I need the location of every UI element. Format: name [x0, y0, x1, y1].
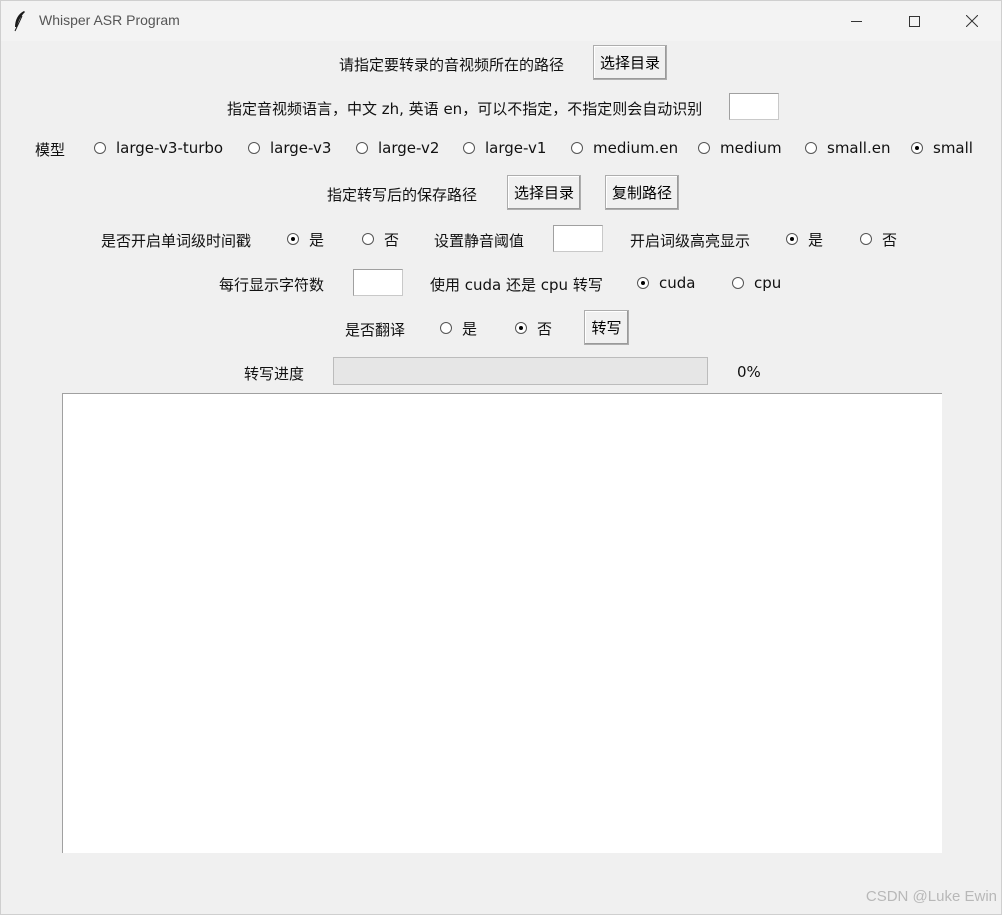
transcribe-button[interactable]: 转写 [584, 310, 629, 345]
model-radio-medium[interactable]: medium [698, 138, 782, 158]
radio-label: small.en [827, 139, 891, 157]
word-timestamp-no-radio[interactable]: 否 [362, 229, 399, 249]
radio-label: 否 [384, 230, 400, 249]
radio-label: medium [720, 139, 782, 157]
silence-threshold-label: 设置静音阈值 [434, 232, 525, 250]
maximize-button[interactable] [885, 1, 943, 41]
radio-label: 否 [537, 319, 553, 338]
window-title: Whisper ASR Program [39, 12, 180, 28]
minimize-button[interactable] [827, 1, 885, 41]
radio-indicator [786, 233, 798, 245]
word-timestamp-label: 是否开启单词级时间戳 [101, 232, 252, 250]
radio-label: large-v1 [485, 139, 547, 157]
language-label: 指定音视频语言，中文 zh, 英语 en，可以不指定，不指定则会自动识别 [227, 100, 703, 118]
radio-indicator [698, 142, 710, 154]
progress-label: 转写进度 [244, 365, 305, 383]
word-timestamp-yes-radio[interactable]: 是 [287, 229, 324, 249]
radio-indicator [637, 277, 649, 289]
radio-indicator [732, 277, 744, 289]
save-path-label: 指定转写后的保存路径 [327, 186, 478, 204]
radio-indicator [805, 142, 817, 154]
select-source-dir-button[interactable]: 选择目录 [593, 45, 667, 80]
minimize-icon [850, 20, 862, 22]
app-window: Whisper ASR Program 请指定要转录的音视频所在的路径 选择目录… [0, 0, 1002, 915]
radio-label: large-v3-turbo [116, 139, 224, 157]
title-bar[interactable]: Whisper ASR Program [1, 1, 1001, 41]
radio-label: 是 [309, 230, 325, 249]
select-save-dir-button[interactable]: 选择目录 [507, 175, 581, 210]
model-radio-large-v3[interactable]: large-v3 [248, 138, 331, 158]
radio-indicator [287, 233, 299, 245]
chars-per-line-input[interactable] [353, 269, 403, 296]
copy-path-button[interactable]: 复制路径 [605, 175, 679, 210]
model-radio-large-v1[interactable]: large-v1 [463, 138, 546, 158]
radio-indicator [356, 142, 368, 154]
device-cpu-radio[interactable]: cpu [732, 273, 781, 293]
radio-indicator [248, 142, 260, 154]
progress-bar [333, 357, 708, 385]
chars-per-line-label: 每行显示字符数 [219, 276, 325, 294]
silence-threshold-input[interactable] [553, 225, 603, 252]
progress-percent: 0% [737, 363, 761, 381]
radio-label: small [933, 139, 973, 157]
radio-indicator [440, 322, 452, 334]
close-button[interactable] [943, 1, 1001, 41]
model-radio-small[interactable]: small [911, 138, 973, 158]
output-textarea[interactable] [62, 393, 942, 853]
model-radio-medium-en[interactable]: medium.en [571, 138, 678, 158]
radio-indicator [911, 142, 923, 154]
translate-label: 是否翻译 [345, 321, 406, 339]
model-label: 模型 [35, 141, 66, 159]
radio-indicator [860, 233, 872, 245]
radio-indicator [362, 233, 374, 245]
device-label: 使用 cuda 还是 cpu 转写 [430, 276, 603, 294]
translate-no-radio[interactable]: 否 [515, 318, 552, 338]
maximize-icon [908, 15, 920, 27]
radio-label: cuda [659, 274, 696, 292]
radio-indicator [463, 142, 475, 154]
translate-yes-radio[interactable]: 是 [440, 318, 477, 338]
radio-label: 是 [808, 230, 824, 249]
close-icon [966, 15, 978, 27]
model-radio-small-en[interactable]: small.en [805, 138, 890, 158]
radio-label: cpu [754, 274, 782, 292]
radio-indicator [94, 142, 106, 154]
radio-label: medium.en [593, 139, 679, 157]
radio-label: 否 [882, 230, 898, 249]
word-highlight-yes-radio[interactable]: 是 [786, 229, 823, 249]
radio-indicator [571, 142, 583, 154]
model-radio-large-v3-turbo[interactable]: large-v3-turbo [94, 138, 223, 158]
radio-indicator [515, 322, 527, 334]
word-highlight-label: 开启词级高亮显示 [630, 232, 751, 250]
word-highlight-no-radio[interactable]: 否 [860, 229, 897, 249]
source-path-label: 请指定要转录的音视频所在的路径 [339, 56, 565, 74]
device-cuda-radio[interactable]: cuda [637, 273, 695, 293]
watermark: CSDN @Luke Ewin [865, 888, 997, 905]
language-input[interactable] [729, 93, 779, 120]
radio-label: large-v2 [378, 139, 440, 157]
model-radio-large-v2[interactable]: large-v2 [356, 138, 439, 158]
feather-icon [14, 11, 25, 32]
radio-label: 是 [462, 319, 478, 338]
radio-label: large-v3 [270, 139, 332, 157]
